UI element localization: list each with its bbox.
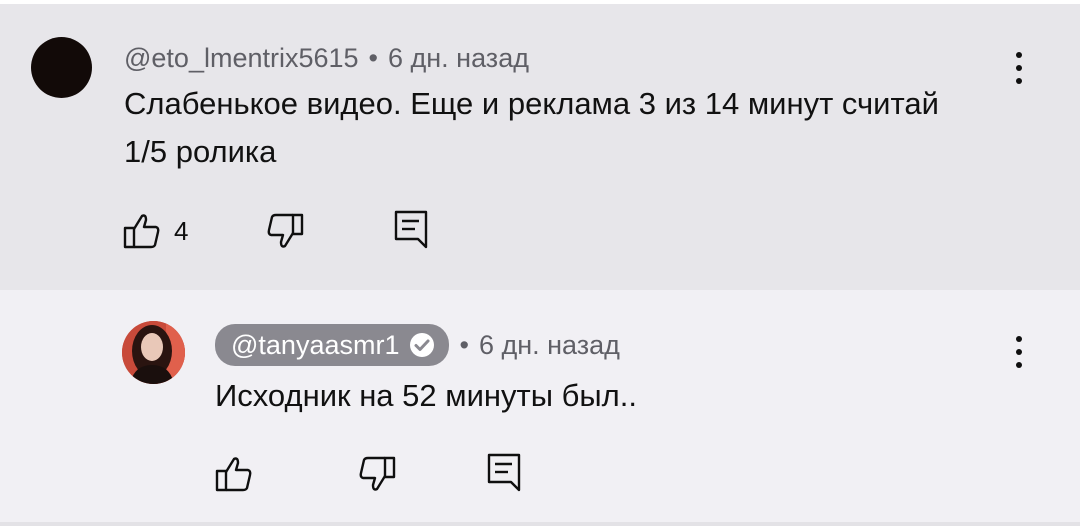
thumbs-up-icon (123, 214, 160, 249)
reply-time[interactable]: 6 дн. назад (479, 330, 620, 361)
more-vert-icon[interactable] (1013, 52, 1025, 88)
reply-icon (487, 453, 521, 492)
comment-text-line-2: 1/5 ролика (124, 134, 277, 169)
comment-meta: @eto_lmentrix5615 • 6 дн. назад (124, 40, 529, 76)
verified-check-icon (410, 333, 435, 357)
comment-time[interactable]: 6 дн. назад (388, 43, 529, 74)
reply-author: @tanyaasmr1 (231, 329, 400, 360)
reply-text: Исходник на 52 минуты был.. (215, 378, 637, 413)
thumbs-down-icon (267, 213, 304, 248)
avatar[interactable] (122, 321, 185, 384)
meta-separator: • (459, 329, 469, 360)
reply-button[interactable] (393, 209, 429, 249)
reply-like-button[interactable] (214, 455, 254, 493)
reply-icon (394, 210, 428, 249)
reply-reply-button[interactable] (486, 452, 522, 492)
like-count: 4 (174, 215, 189, 246)
comment-author[interactable]: @eto_lmentrix5615 (124, 43, 359, 74)
thumbs-up-icon (215, 457, 252, 492)
comment-text-line-1: Слабенькое видео. Еще и реклама 3 из 14 … (124, 86, 939, 121)
avatar-image (122, 321, 185, 384)
reply-dislike-button[interactable] (357, 455, 397, 493)
thumbs-down-icon (359, 456, 396, 491)
dislike-button[interactable] (265, 212, 305, 250)
like-button[interactable]: 4 (122, 212, 188, 250)
avatar[interactable] (31, 37, 92, 98)
more-vert-icon[interactable] (1013, 336, 1025, 372)
reply-author-chip[interactable]: @tanyaasmr1 (215, 324, 450, 366)
reply-meta: @tanyaasmr1 • 6 дн. назад (215, 324, 620, 366)
bottom-divider (0, 522, 1080, 526)
meta-separator: • (368, 42, 378, 73)
